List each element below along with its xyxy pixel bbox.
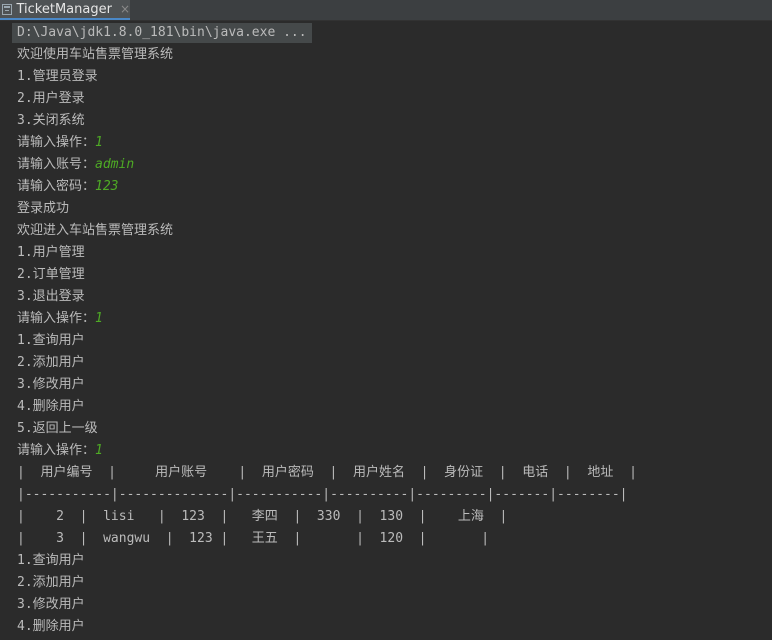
console-line-text: 1.查询用户 — [17, 333, 85, 348]
console-line: 请输入操作：1 — [17, 440, 103, 462]
console-line-text: 3.退出登录 — [17, 289, 85, 304]
console-line: 2.用户登录 — [17, 88, 85, 110]
console-line: | 2 | lisi | 123 | 李四 | 330 | 130 | 上海 | — [17, 506, 507, 528]
console-line-text: 1.查询用户 — [17, 553, 85, 568]
console-line-text: 2.用户登录 — [17, 91, 85, 106]
console-line: | 3 | wangwu | 123 | 王五 | | 120 | | — [17, 528, 489, 550]
console-line: 请输入密码：123 — [17, 176, 119, 198]
console-line: 3.修改用户 — [17, 374, 85, 396]
console-line: | 用户编号 | 用户账号 | 用户密码 | 用户姓名 | 身份证 | 电话 |… — [17, 462, 637, 484]
console-line: 2.添加用户 — [17, 352, 85, 374]
console-line-text: |-----------|--------------|-----------|… — [17, 487, 628, 502]
console-line: 1.用户管理 — [17, 242, 85, 264]
console-line-text: 4.删除用户 — [17, 399, 85, 414]
console-line: 2.添加用户 — [17, 572, 85, 594]
console-line: 3.关闭系统 — [17, 110, 85, 132]
console-line-text: 欢迎使用车站售票管理系统 — [17, 47, 174, 62]
console-line: 3.退出登录 — [17, 286, 85, 308]
console-line-text: 请输入操作： — [17, 443, 96, 458]
console-line: 请输入账号：admin — [17, 154, 134, 176]
console-line-text: 1.用户管理 — [17, 245, 85, 260]
console-line: 2.订单管理 — [17, 264, 85, 286]
console-output[interactable]: D:\Java\jdk1.8.0_181\bin\java.exe ... 欢迎… — [0, 22, 772, 640]
console-line-text: 3.关闭系统 — [17, 113, 85, 128]
console-line: 3.修改用户 — [17, 594, 85, 616]
console-line-input: 1 — [95, 443, 103, 458]
console-line: 登录成功 — [17, 198, 69, 220]
tool-window-tabbar: TicketManager × — [0, 0, 772, 21]
console-line: 1.查询用户 — [17, 550, 85, 572]
console-line-text: 3.修改用户 — [17, 597, 85, 612]
console-line: 1.查询用户 — [17, 330, 85, 352]
console-line-text: 请输入密码： — [17, 179, 96, 194]
console-line-text: | 用户编号 | 用户账号 | 用户密码 | 用户姓名 | 身份证 | 电话 |… — [17, 465, 637, 480]
console-line-text: 2.订单管理 — [17, 267, 85, 282]
console-line-text: 1.管理员登录 — [17, 69, 98, 84]
console-line-input: admin — [95, 157, 135, 172]
console-line: 欢迎进入车站售票管理系统 — [17, 220, 173, 242]
console-line: 请输入操作：1 — [17, 308, 103, 330]
console-line-text: 2.添加用户 — [17, 355, 85, 370]
tab-title: TicketManager — [16, 1, 112, 17]
console-line-text: 5.返回上一级 — [17, 421, 98, 436]
console-line-text: 欢迎进入车站售票管理系统 — [17, 223, 174, 238]
console-line: |-----------|--------------|-----------|… — [17, 484, 627, 506]
console-line: 1.管理员登录 — [17, 66, 98, 88]
console-line-text: 请输入账号： — [17, 157, 96, 172]
console-line: 请输入操作：1 — [17, 132, 103, 154]
console-line: 4.删除用户 — [17, 616, 85, 638]
console-line-text: | 2 | lisi | 123 | 李四 | 330 | 130 | 上海 | — [17, 509, 508, 524]
console-line-input: 1 — [95, 311, 103, 326]
tab-ticketmanager[interactable]: TicketManager × — [0, 0, 130, 20]
console-line: 欢迎使用车站售票管理系统 — [17, 44, 173, 66]
console-line: 5.返回上一级 — [17, 418, 98, 440]
console-line: 4.删除用户 — [17, 396, 85, 418]
console-line-input: 1 — [95, 135, 103, 150]
console-line-text: 2.添加用户 — [17, 575, 85, 590]
console-line-text: 4.删除用户 — [17, 619, 85, 634]
console-line-text: 请输入操作： — [17, 135, 96, 150]
console-line-text: | 3 | wangwu | 123 | 王五 | | 120 | | — [17, 531, 490, 546]
command-line[interactable]: D:\Java\jdk1.8.0_181\bin\java.exe ... — [12, 23, 312, 43]
console-line-text: 请输入操作： — [17, 311, 96, 326]
close-icon[interactable]: × — [120, 2, 130, 16]
console-line-text: 登录成功 — [17, 201, 70, 216]
console-line-input: 123 — [95, 179, 119, 194]
console-icon — [2, 3, 13, 15]
console-line-text: 3.修改用户 — [17, 377, 85, 392]
